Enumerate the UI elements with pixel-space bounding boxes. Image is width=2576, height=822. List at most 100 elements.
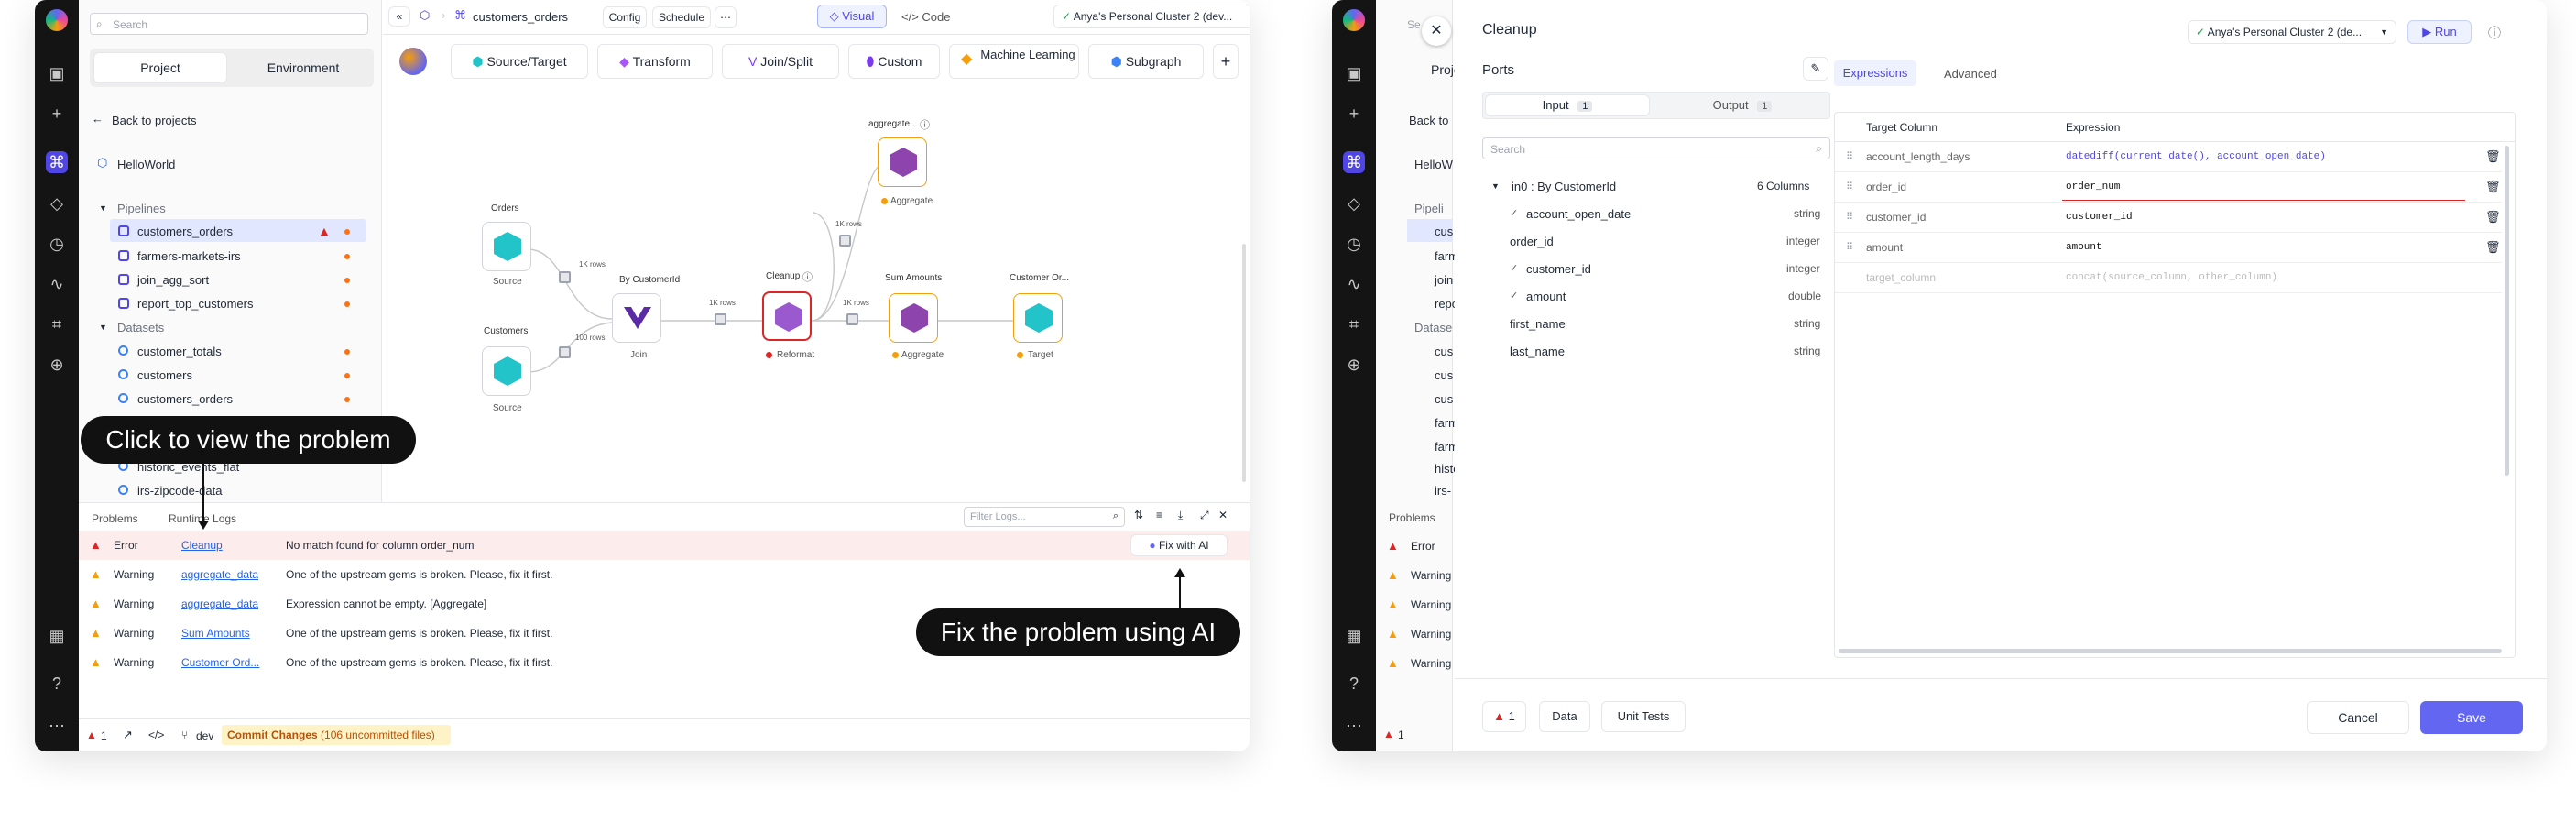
column-name[interactable]: last_name: [1510, 345, 1565, 358]
expand-icon[interactable]: ⤢: [1200, 509, 1209, 522]
back-arrow-icon[interactable]: ←: [92, 112, 104, 126]
error-icon[interactable]: ▲: [86, 729, 97, 741]
caret-icon[interactable]: ▼: [99, 323, 107, 332]
expression-row[interactable]: ⠿ account_length_days datediff(current_d…: [1835, 142, 2502, 172]
tab-advanced[interactable]: Advanced: [1944, 67, 1997, 81]
gem-transform[interactable]: ◆ Transform: [597, 44, 713, 79]
node-sum-amounts[interactable]: [889, 293, 938, 343]
pulse-icon[interactable]: ∿: [46, 273, 68, 295]
tab-output[interactable]: Output 1: [1657, 98, 1828, 112]
drag-handle-icon[interactable]: ⠿: [1846, 211, 1853, 223]
problem-row[interactable]: ▲ Warning aggregate_data One of the upst…: [79, 560, 1250, 589]
filter-icon[interactable]: ≡: [1156, 509, 1162, 521]
save-button[interactable]: Save: [2420, 701, 2523, 734]
tab-project[interactable]: Project: [93, 52, 227, 83]
vertical-scrollbar[interactable]: [2505, 146, 2509, 476]
plus-icon[interactable]: +: [46, 103, 68, 125]
tag-icon[interactable]: ◇: [46, 192, 68, 214]
search-input[interactable]: ⌕ Search: [90, 13, 368, 35]
download-icon[interactable]: ⊕: [46, 354, 68, 376]
gem-custom[interactable]: ⬮ Custom: [848, 44, 940, 79]
column-name[interactable]: amount: [1526, 290, 1566, 303]
problem-gem-link[interactable]: Cleanup: [181, 539, 223, 552]
rows-chip[interactable]: [839, 235, 851, 247]
more-icon[interactable]: ⋯: [1343, 715, 1365, 737]
download-icon[interactable]: ⤓: [1178, 509, 1183, 522]
plus-icon[interactable]: +: [1343, 103, 1365, 125]
graph-icon[interactable]: ⌘: [1343, 151, 1365, 173]
gem-join-split[interactable]: V Join/Split: [722, 44, 839, 79]
datasets-header[interactable]: Datasets: [117, 321, 164, 334]
data-button[interactable]: Data: [1539, 701, 1590, 732]
pipeline-title[interactable]: customers_orders: [473, 10, 568, 24]
tab-environment[interactable]: Environment: [236, 60, 370, 75]
target-column[interactable]: customer_id: [1866, 211, 1926, 224]
info-icon[interactable]: ⓘ: [920, 117, 930, 132]
help-icon[interactable]: ?: [46, 673, 68, 695]
errors-button[interactable]: ▲ 1: [1482, 701, 1526, 732]
edit-ports-button[interactable]: ✎: [1803, 57, 1828, 81]
scrollbar[interactable]: [1242, 244, 1246, 482]
help-icon[interactable]: ?: [1343, 673, 1365, 695]
cluster-select[interactable]: ✓ Anya's Personal Cluster 2 (dev... ▼: [1053, 5, 1250, 28]
expression-row[interactable]: ⠿ customer_id customer_id 🗑: [1835, 203, 2502, 233]
delete-icon[interactable]: 🗑: [2485, 149, 2501, 164]
pulse-icon[interactable]: ∿: [1343, 273, 1365, 295]
problem-gem-link[interactable]: Customer Ord...: [181, 656, 259, 669]
tab-problems[interactable]: Problems: [92, 512, 138, 525]
caret-icon[interactable]: ▼: [1491, 181, 1500, 191]
branch-icon[interactable]: ⑂: [181, 729, 188, 741]
target-placeholder[interactable]: target_column: [1866, 271, 1936, 284]
commit-changes-button[interactable]: Commit Changes (106 uncommitted files): [222, 725, 451, 745]
node-customers[interactable]: [482, 346, 531, 396]
horizontal-scrollbar[interactable]: [1839, 649, 2502, 653]
dataset-item[interactable]: customer_totals: [137, 345, 222, 358]
tab-expressions[interactable]: Expressions: [1834, 60, 1916, 86]
sort-icon[interactable]: ⇅: [1134, 509, 1143, 521]
expression-value[interactable]: order_num: [2066, 181, 2120, 192]
cube-icon[interactable]: ⬡: [420, 8, 430, 23]
pipeline-item[interactable]: report_top_customers: [137, 297, 253, 311]
clock-icon[interactable]: ◷: [1343, 233, 1365, 255]
delete-icon[interactable]: 🗑: [2485, 180, 2501, 194]
target-column[interactable]: order_id: [1866, 181, 1906, 193]
schedule-button[interactable]: Schedule: [652, 6, 711, 28]
dataset-item[interactable]: customers_orders: [137, 392, 233, 406]
gem-source-target[interactable]: ⬢ Source/Target: [451, 44, 588, 79]
column-name[interactable]: order_id: [1510, 235, 1554, 248]
problem-row[interactable]: ▲ Error Cleanup No match found for colum…: [79, 531, 1250, 560]
cancel-button[interactable]: Cancel: [2307, 701, 2409, 734]
rows-chip[interactable]: [846, 313, 858, 325]
more-icon[interactable]: ⋯: [46, 715, 68, 737]
ports-search-input[interactable]: Search ⌕: [1482, 137, 1830, 159]
problem-gem-link[interactable]: aggregate_data: [181, 568, 258, 581]
info-icon[interactable]: ⓘ: [802, 269, 813, 284]
graph-icon[interactable]: ⌘: [46, 151, 68, 173]
branch-name[interactable]: dev: [196, 729, 213, 742]
node-orders[interactable]: [482, 222, 531, 271]
tab-input[interactable]: Input 1: [1485, 94, 1650, 116]
expression-row[interactable]: ⠿ order_id order_num 🗑: [1835, 172, 2502, 203]
problem-gem-link[interactable]: aggregate_data: [181, 597, 258, 610]
pipeline-canvas[interactable]: Orders Source Customers Source 1K rows 1…: [383, 79, 1250, 502]
add-gem-button[interactable]: +: [1213, 44, 1239, 79]
expression-row-empty[interactable]: target_column concat(source_column, othe…: [1835, 263, 2502, 293]
drag-handle-icon[interactable]: ⠿: [1846, 150, 1853, 162]
target-column[interactable]: account_length_days: [1866, 150, 1970, 163]
close-button[interactable]: ✕: [1422, 16, 1451, 46]
code-icon[interactable]: </>: [148, 729, 164, 741]
node-aggregate-data[interactable]: [878, 137, 927, 187]
problem-gem-link[interactable]: Sum Amounts: [181, 627, 250, 640]
pipeline-item[interactable]: join_agg_sort: [137, 273, 209, 287]
calendar-icon[interactable]: ▦: [46, 625, 68, 647]
rows-chip[interactable]: [715, 313, 726, 325]
expression-row[interactable]: ⠿ amount amount 🗑: [1835, 233, 2502, 263]
close-icon[interactable]: ✕: [1218, 509, 1228, 521]
camera-icon[interactable]: ▣: [1343, 62, 1365, 84]
pipelines-header[interactable]: Pipelines: [117, 202, 166, 215]
filter-logs-input[interactable]: Filter Logs... ⌕: [964, 507, 1125, 527]
run-button[interactable]: ▶ Run: [2407, 20, 2472, 44]
rows-chip[interactable]: [559, 271, 571, 283]
port-name[interactable]: in0 : By CustomerId: [1512, 180, 1616, 193]
trend-icon[interactable]: ↗: [123, 728, 133, 742]
